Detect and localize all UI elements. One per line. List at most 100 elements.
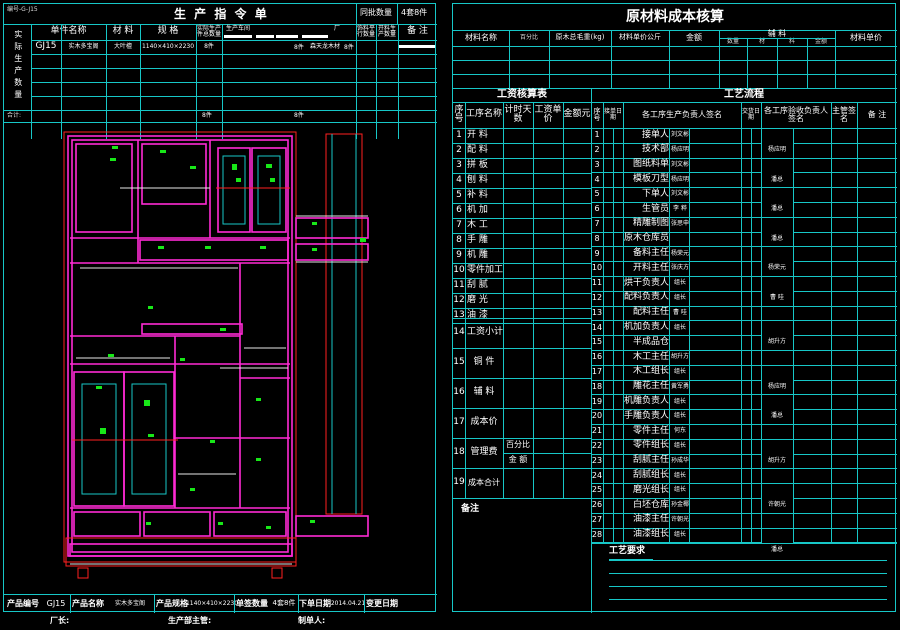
process-row-number: 17: [591, 367, 603, 376]
wage-row-number: 2: [456, 144, 462, 155]
process-row-number: 26: [591, 500, 603, 510]
cost-col-aux: 辅 料: [767, 28, 787, 38]
wage-col-process: 工序名称: [465, 109, 502, 120]
footer-date-label: 下单日期: [299, 598, 331, 608]
summary-amount: 金 额: [508, 455, 528, 465]
wage-row-number: 1: [456, 129, 462, 140]
process-row-number: 25: [591, 485, 603, 495]
cost-col-material: 材料名称: [465, 32, 497, 42]
col-spec: 规 格: [157, 26, 179, 37]
process-row-number: 5: [594, 189, 600, 199]
footer-spec-label: 产品规格: [156, 598, 188, 608]
sheet-title: 生 产 指 令 单: [174, 7, 269, 21]
process-row-role: 木工组长: [632, 366, 669, 377]
process-row-number: 18: [591, 381, 603, 391]
process-row-role: 配料负责人: [623, 292, 669, 303]
process-row-number: 12: [591, 293, 603, 302]
proc-col-inspect: 各工序验收负责人签名: [764, 105, 828, 123]
same-qty-label: 同批数量: [360, 8, 392, 17]
footer-batch-label: 单签数量: [236, 598, 268, 608]
wage-row-number: 7: [456, 219, 462, 230]
cost-sheet-title: 原材料成本核算: [626, 8, 724, 25]
process-row-name: 组长: [673, 279, 686, 287]
process-row-role: 白坯仓库: [632, 499, 669, 510]
process-row-number: 15: [591, 337, 603, 347]
process-row-name: [669, 232, 691, 247]
wage-row-label: 刮 腻: [467, 279, 488, 290]
process-row-name: 许朝光: [670, 516, 689, 524]
summary-no-19: 19: [453, 477, 465, 488]
process-row-number: 19: [591, 396, 603, 406]
process-row-role: 精雕制图: [632, 218, 669, 229]
cost-col-unitprice: 材料单价公斤: [619, 33, 661, 42]
cost-col-weight: 原木总毛重(kg): [555, 33, 605, 42]
wage-row-number: 3: [456, 159, 462, 170]
process-row-name: 组长: [673, 442, 686, 450]
proc-col-supervisor: 主管签名: [832, 105, 856, 123]
process-row-name: 杨应明: [670, 146, 689, 154]
inspector-name: 胡升方: [761, 335, 793, 350]
process-row-role: 开料主任: [632, 262, 669, 273]
summary-no-16: 16: [453, 387, 465, 398]
process-row-number: 9: [594, 248, 600, 258]
inspector-name: 曹 哇: [761, 290, 793, 306]
process-row-role: 磨光组长: [632, 484, 669, 495]
summary-no-17: 17: [453, 417, 465, 428]
process-row-role: 模板刀型: [632, 174, 669, 185]
process-row-number: 21: [591, 426, 603, 436]
process-row-name: 张思申: [670, 220, 689, 228]
wage-row-label: 配 料: [467, 144, 488, 155]
summary-cost-price: 成本价: [470, 417, 498, 428]
inspector-name: 杨荣元: [761, 261, 793, 276]
wage-row-label: 机 雕: [467, 249, 488, 260]
proc-col-remarks: 备 注: [867, 109, 887, 119]
footer-date-value: 2014.04.21: [330, 599, 366, 607]
factory-director-label: 厂长:: [50, 616, 70, 625]
wage-row-number: 5: [456, 189, 462, 200]
process-row-number: 11: [591, 278, 603, 288]
process-row-number: 10: [591, 263, 603, 273]
wage-row-label: 机 加: [467, 204, 488, 215]
process-row-name: 组长: [673, 486, 686, 494]
col-remarks: 备 注: [407, 26, 428, 37]
cabinet-drawing: [63, 131, 369, 579]
wage-row-number: 9: [456, 249, 462, 260]
process-row-name: 刘文彬: [670, 160, 689, 168]
process-row-number: 2: [594, 145, 600, 154]
sidebar-label: 实际生产数量: [13, 30, 23, 102]
process-row-role: 刮腻主任: [632, 455, 669, 466]
total-value-2: 8件: [294, 112, 304, 119]
process-row-role: 生管员: [641, 203, 669, 214]
process-row-name: 刘文彬: [670, 131, 689, 139]
row1-spec: 1140×410×2230: [141, 42, 195, 50]
same-qty-value: 4套8件: [401, 8, 428, 17]
wage-col-time: 计时天数: [504, 104, 532, 124]
process-row-role: 油漆组长: [632, 529, 669, 540]
process-row-name: 杨应明: [670, 175, 689, 183]
col-workshop: 生产车间: [226, 25, 251, 32]
cost-col-aux-price: 材料单价: [850, 32, 882, 42]
process-row-name: 组长: [673, 471, 686, 479]
cost-col-percent: 百分比: [519, 33, 538, 41]
process-row-name: 曹 哇: [673, 308, 687, 316]
wage-row-number: 4: [456, 174, 462, 185]
process-row-name: 孙金椰: [670, 501, 689, 509]
summary-management: 管理费: [470, 447, 498, 458]
process-row-role: 图纸料单: [632, 159, 669, 170]
requirements-label: 工艺要求: [609, 546, 646, 556]
process-row-name: 李 粹: [673, 205, 687, 213]
aux-sub-amount: 金额: [814, 37, 827, 45]
footer-code-label: 产品编号: [7, 598, 39, 608]
process-row-number: 16: [591, 352, 603, 362]
process-row-role: 机雕负责人: [623, 396, 669, 407]
wage-remarks-label: 备注: [461, 504, 480, 514]
inspector-name: 杨应明: [761, 142, 793, 158]
process-row-number: 4: [594, 174, 600, 184]
inspector-name: 胡升方: [761, 453, 793, 469]
process-row-name: 组长: [673, 412, 686, 420]
process-row-role: 手雕负责人: [623, 410, 669, 421]
wage-row-number: 11: [453, 279, 465, 290]
process-row-role: 配料主任: [632, 307, 669, 318]
proc-col-seq: 序号: [593, 106, 601, 122]
inspector-name: 潘总: [761, 172, 793, 188]
